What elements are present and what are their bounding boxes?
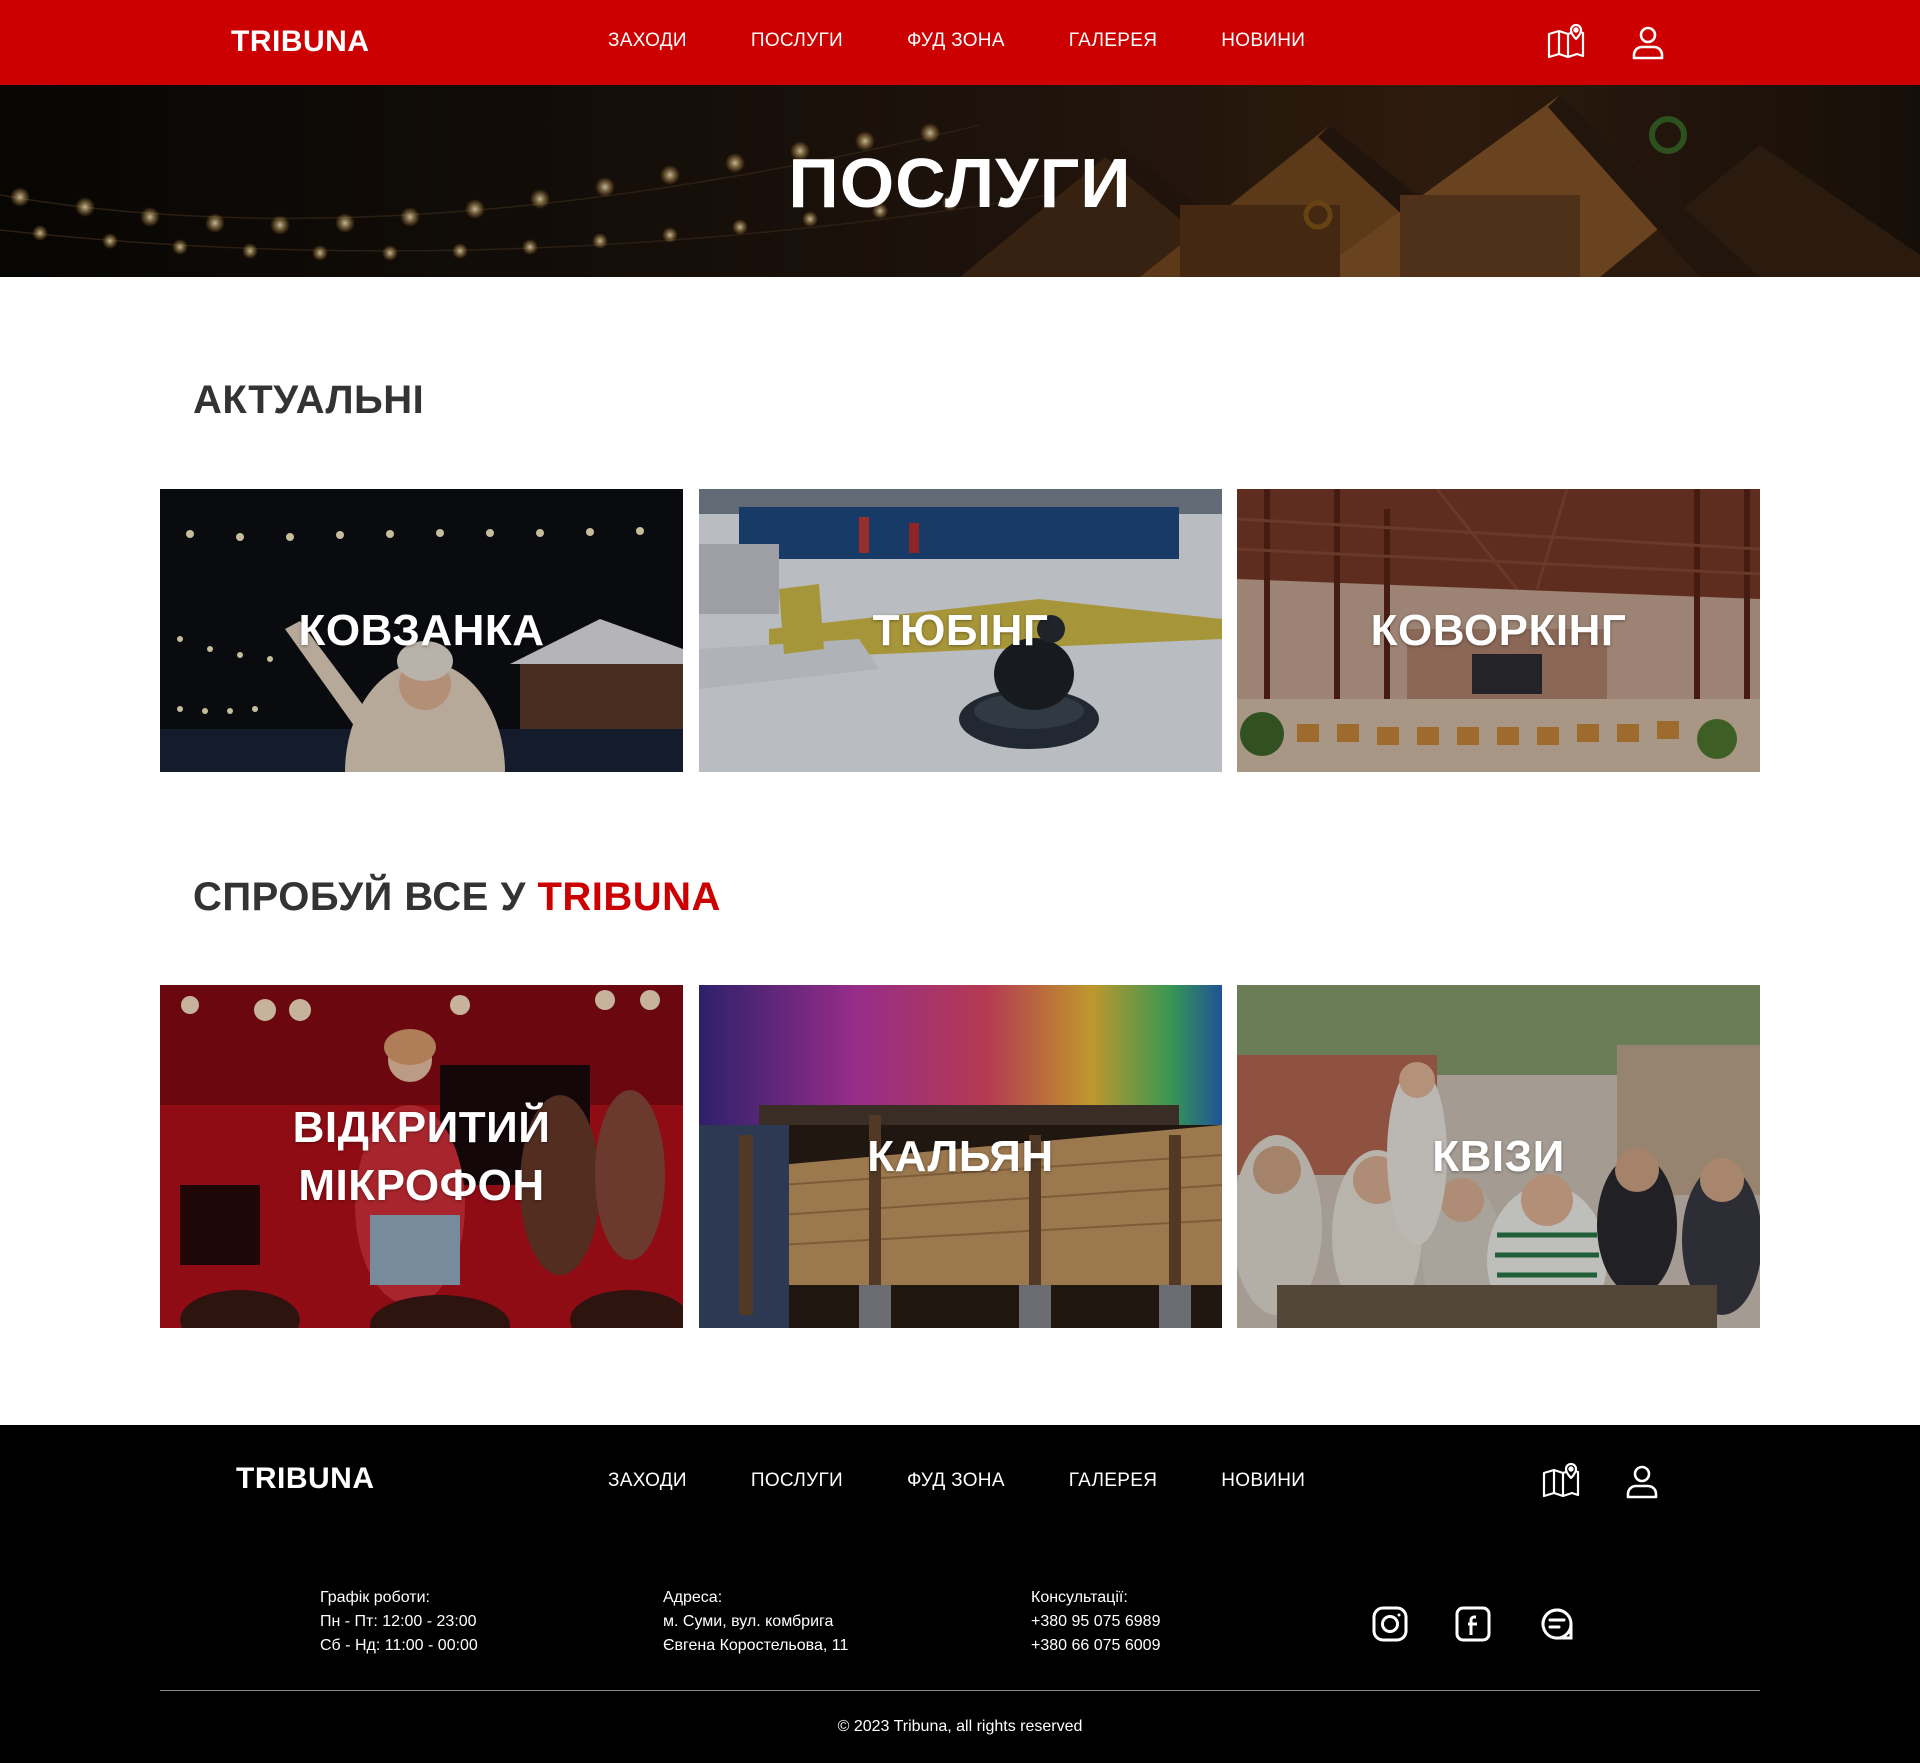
section-title-accent: TRIBUNA (537, 875, 721, 919)
phone-1[interactable]: +380 95 075 6989 (1031, 1610, 1160, 1634)
footer-nav: ЗАХОДИ ПОСЛУГИ ФУД ЗОНА ГАЛЕРЕЯ НОВИНИ (608, 1470, 1305, 1492)
contacts-title: Консультації: (1031, 1589, 1128, 1606)
chat-icon[interactable] (1535, 1602, 1579, 1646)
schedule-weekdays: Пн - Пт: 12:00 - 23:00 (320, 1613, 477, 1630)
site-header: TRIBUNA ЗАХОДИ ПОСЛУГИ ФУД ЗОНА ГАЛЕРЕЯ … (0, 0, 1920, 85)
address-title: Адреса: (663, 1589, 723, 1606)
service-card-coworking[interactable]: КОВОРКІНГ (1237, 489, 1760, 772)
map-icon[interactable] (1545, 21, 1587, 63)
facebook-icon[interactable] (1451, 1602, 1495, 1646)
footer-address: Адреса: м. Суми, вул. комбрига Євгена Ко… (663, 1586, 848, 1658)
footer-divider (160, 1690, 1760, 1691)
site-logo[interactable]: TRIBUNA (231, 25, 370, 59)
service-card-tubing[interactable]: ТЮБІНГ (699, 489, 1222, 772)
card-title: ВІДКРИТИЙ МІКРОФОН (292, 1103, 551, 1210)
site-footer: TRIBUNA ЗАХОДИ ПОСЛУГИ ФУД ЗОНА ГАЛЕРЕЯ … (0, 1425, 1920, 1763)
footer-schedule: Графік роботи: Пн - Пт: 12:00 - 23:00 Сб… (320, 1586, 478, 1658)
section-title-prefix: СПРОБУЙ ВСЕ У (193, 875, 526, 919)
nav-link-news[interactable]: НОВИНИ (1221, 30, 1305, 52)
service-card-open-mic[interactable]: ВІДКРИТИЙ МІКРОФОН (160, 985, 683, 1328)
card-title: КВІЗИ (1432, 1131, 1565, 1181)
instagram-icon[interactable] (1368, 1602, 1412, 1646)
section-title-current: АКТУАЛЬНІ (193, 378, 425, 422)
map-icon[interactable] (1540, 1460, 1582, 1502)
footer-nav-link-gallery[interactable]: ГАЛЕРЕЯ (1069, 1470, 1157, 1492)
nav-link-food-zone[interactable]: ФУД ЗОНА (907, 30, 1005, 52)
service-card-ice-rink[interactable]: КОВЗАНКА (160, 489, 683, 772)
phone-2[interactable]: +380 66 075 6009 (1031, 1634, 1160, 1658)
card-title: ТЮБІНГ (872, 605, 1049, 655)
schedule-weekend: Сб - Нд: 11:00 - 00:00 (320, 1637, 478, 1654)
page-title: ПОСЛУГИ (788, 144, 1132, 222)
card-title: КАЛЬЯН (867, 1131, 1054, 1181)
address-line-1: м. Суми, вул. комбрига (663, 1613, 834, 1630)
user-icon[interactable] (1627, 21, 1669, 63)
nav-link-services[interactable]: ПОСЛУГИ (751, 30, 843, 52)
user-icon[interactable] (1621, 1460, 1663, 1502)
service-card-hookah[interactable]: КАЛЬЯН (699, 985, 1222, 1328)
footer-nav-link-food-zone[interactable]: ФУД ЗОНА (907, 1470, 1005, 1492)
footer-nav-link-services[interactable]: ПОСЛУГИ (751, 1470, 843, 1492)
address-line-2: Євгена Коростельова, 11 (663, 1637, 849, 1654)
card-title: КОВОРКІНГ (1370, 605, 1627, 655)
service-card-quiz[interactable]: КВІЗИ (1237, 985, 1760, 1328)
nav-link-gallery[interactable]: ГАЛЕРЕЯ (1069, 30, 1157, 52)
nav-link-events[interactable]: ЗАХОДИ (608, 30, 687, 52)
hero-banner: ПОСЛУГИ (0, 85, 1920, 277)
footer-nav-link-events[interactable]: ЗАХОДИ (608, 1470, 687, 1492)
card-title: КОВЗАНКА (298, 605, 545, 655)
footer-contacts: Консультації: +380 95 075 6989 +380 66 0… (1031, 1586, 1160, 1658)
copyright: © 2023 Tribuna, all rights reserved (837, 1718, 1083, 1735)
main-nav: ЗАХОДИ ПОСЛУГИ ФУД ЗОНА ГАЛЕРЕЯ НОВИНИ (608, 30, 1305, 52)
section-title-try-all: СПРОБУЙ ВСЕ У TRIBUNA (193, 875, 721, 920)
footer-logo[interactable]: TRIBUNA (236, 1462, 375, 1496)
footer-nav-link-news[interactable]: НОВИНИ (1221, 1470, 1305, 1492)
schedule-title: Графік роботи: (320, 1589, 430, 1606)
